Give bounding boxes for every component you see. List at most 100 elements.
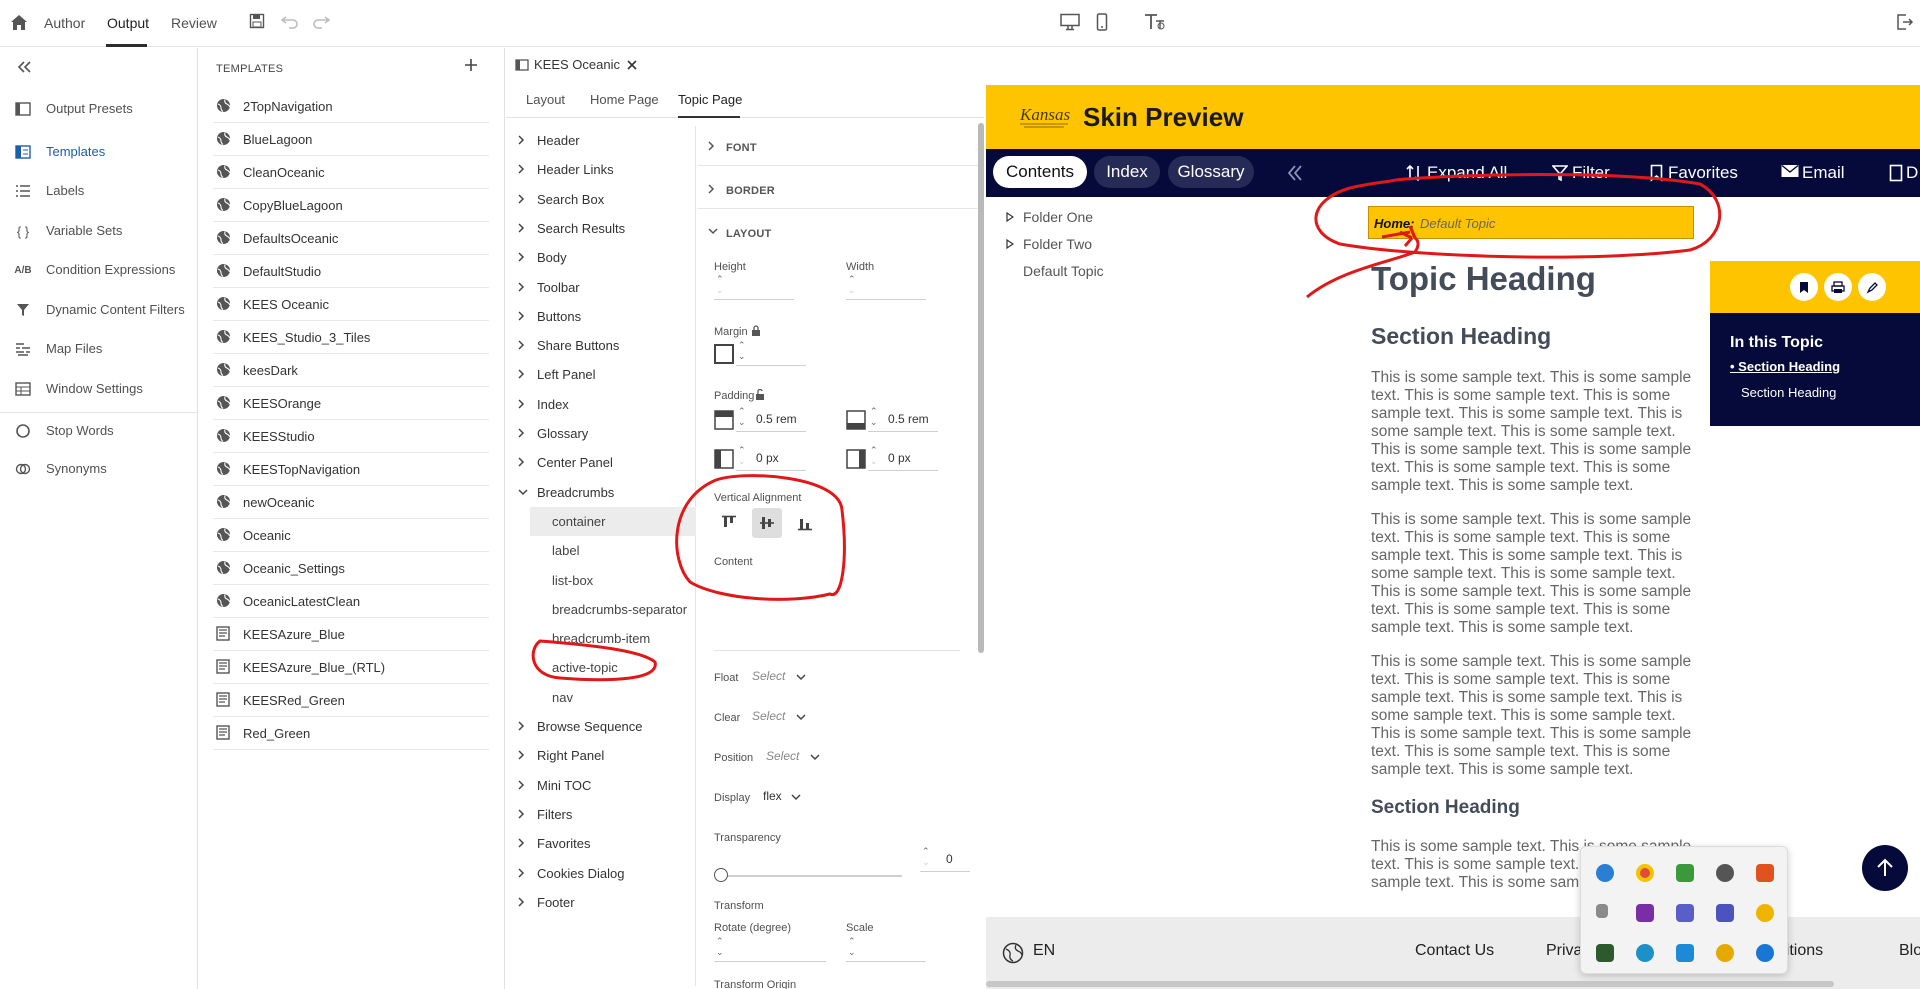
index-tab[interactable]: Index — [1094, 156, 1160, 188]
mini-toc-item[interactable]: • Section Heading — [1730, 359, 1840, 374]
display-select[interactable]: flex — [763, 789, 782, 803]
tree-item[interactable]: Center Panel — [506, 448, 696, 477]
glossary-tab[interactable]: Glossary — [1168, 156, 1254, 188]
tree-child-item[interactable]: list-box — [506, 566, 696, 595]
bluetooth-icon[interactable] — [1756, 944, 1774, 962]
tree-item[interactable]: Footer — [506, 888, 696, 917]
tree-child-item[interactable]: nav — [506, 683, 696, 712]
tree-child-item[interactable]: breadcrumbs-separator — [506, 595, 696, 624]
language-selector[interactable]: EN — [1033, 942, 1055, 960]
chrome-icon[interactable] — [1636, 864, 1654, 882]
tree-item[interactable]: Search Results — [506, 214, 696, 243]
nav-variable-sets[interactable]: { } Variable Sets — [0, 216, 198, 246]
align-middle-icon[interactable] — [752, 508, 782, 538]
scale-stepper[interactable]: ⌃ ⌄ — [846, 936, 926, 962]
tab-output[interactable]: Output — [107, 15, 149, 31]
nav-condition-expressions[interactable]: A/B Condition Expressions — [0, 255, 198, 285]
undo-icon[interactable] — [281, 13, 299, 29]
network-icon[interactable] — [1676, 944, 1694, 962]
cloud-icon[interactable] — [1716, 864, 1734, 882]
collapse-nav-icon[interactable] — [16, 60, 32, 74]
template-item[interactable]: KEESOrange — [199, 387, 504, 420]
text-style-icon[interactable] — [1144, 13, 1166, 31]
redo-icon[interactable] — [312, 13, 330, 29]
print-icon[interactable] — [1824, 273, 1852, 301]
template-item[interactable]: KEES Oceanic — [199, 288, 504, 321]
tree-child-item[interactable]: breadcrumb-item — [506, 624, 696, 653]
unlock-icon[interactable] — [755, 389, 765, 400]
template-item[interactable]: Oceanic_Settings — [199, 552, 504, 585]
subtab-home-page[interactable]: Home Page — [590, 92, 659, 107]
padding-top-stepper[interactable]: ⌃ ⌄ 0.5 rem — [736, 406, 806, 432]
blog-link[interactable]: Blo — [1899, 942, 1920, 960]
template-item[interactable]: CopyBlueLagoon — [199, 189, 504, 222]
transparency-slider[interactable] — [722, 875, 902, 877]
template-item[interactable]: 2TopNavigation — [199, 90, 504, 123]
template-item[interactable]: KEESAzure_Blue — [199, 618, 504, 651]
tree-item[interactable]: Breadcrumbs — [506, 478, 696, 507]
toc-folder-two[interactable]: Folder Two — [1023, 236, 1092, 252]
tab-review[interactable]: Review — [171, 15, 217, 31]
contact-us-link[interactable]: Contact Us — [1415, 942, 1494, 960]
highlight-icon[interactable] — [1858, 273, 1886, 301]
template-item[interactable]: OceanicLatestClean — [199, 585, 504, 618]
teams-icon[interactable] — [1676, 904, 1694, 922]
template-item[interactable]: newOceanic — [199, 486, 504, 519]
clear-select[interactable]: Select — [752, 709, 785, 723]
nav-stop-words[interactable]: Stop Words — [0, 416, 198, 446]
nav-synonyms[interactable]: Synonyms — [0, 454, 198, 484]
template-item[interactable]: Oceanic — [199, 519, 504, 552]
template-item[interactable]: KEESAzure_Blue_(RTL) — [199, 651, 504, 684]
email-button[interactable]: Email — [1802, 163, 1845, 183]
margin-stepper[interactable]: ⌃ ⌄ — [736, 340, 806, 366]
close-tab-icon[interactable] — [627, 60, 637, 70]
device-icon[interactable] — [1596, 904, 1608, 918]
lock-icon[interactable] — [751, 325, 761, 336]
template-item[interactable]: CleanOceanic — [199, 156, 504, 189]
tree-child-item[interactable]: container — [530, 506, 696, 536]
subtab-topic-page[interactable]: Topic Page — [678, 92, 742, 107]
tree-item[interactable]: Share Buttons — [506, 331, 696, 360]
onenote-icon[interactable] — [1636, 904, 1654, 922]
padding-left-stepper[interactable]: ⌃ ⌄ 0 px — [736, 445, 806, 471]
padding-right-stepper[interactable]: ⌃ ⌄ 0 px — [868, 445, 938, 471]
filter-button[interactable]: Filter — [1572, 163, 1610, 183]
toc-folder-one[interactable]: Folder One — [1023, 209, 1093, 225]
contents-tab[interactable]: Contents — [993, 156, 1087, 188]
home-icon[interactable] — [10, 14, 28, 31]
tree-item[interactable]: Filters — [506, 800, 696, 829]
padding-bottom-stepper[interactable]: ⌃ ⌄ 0.5 rem — [868, 406, 938, 432]
privacy-link[interactable]: Priva — [1546, 942, 1582, 960]
template-item[interactable]: KEESStudio — [199, 420, 504, 453]
preview-horizontal-scrollbar[interactable] — [986, 981, 1834, 987]
status-icon[interactable] — [1756, 904, 1774, 922]
mobile-preview-icon[interactable] — [1096, 13, 1108, 31]
expand-all-button[interactable]: Expand All — [1427, 163, 1507, 183]
tree-item[interactable]: Header — [506, 126, 696, 155]
tree-item[interactable]: Browse Sequence — [506, 712, 696, 741]
tree-item[interactable]: Mini TOC — [506, 771, 696, 800]
security-icon[interactable] — [1676, 864, 1694, 882]
align-top-icon[interactable] — [714, 508, 744, 538]
tree-item[interactable]: Cookies Dialog — [506, 859, 696, 888]
section-border[interactable]: BORDER — [698, 169, 984, 209]
collapse-panel-icon[interactable] — [1286, 164, 1304, 182]
nvidia-icon[interactable] — [1596, 944, 1614, 962]
section-layout[interactable]: LAYOUT — [698, 212, 984, 252]
section-font[interactable]: FONT — [698, 126, 984, 166]
add-template-icon[interactable] — [464, 58, 478, 72]
transparency-slider-knob[interactable] — [714, 868, 728, 882]
shield-icon[interactable] — [1756, 864, 1774, 882]
template-item[interactable]: DefaultsOceanic — [199, 222, 504, 255]
template-item[interactable]: KEES_Studio_3_Tiles — [199, 321, 504, 354]
template-item[interactable]: KEESRed_Green — [199, 684, 504, 717]
breadcrumb-home[interactable]: Home: — [1374, 216, 1414, 231]
mini-toc-item[interactable]: Section Heading — [1741, 385, 1836, 400]
favorites-button[interactable]: Favorites — [1668, 163, 1738, 183]
nav-dynamic-content-filters[interactable]: Dynamic Content Filters — [0, 295, 198, 325]
template-item[interactable]: DefaultStudio — [199, 255, 504, 288]
tree-child-item[interactable]: active-topic — [506, 653, 696, 682]
float-select[interactable]: Select — [752, 669, 785, 683]
sync-icon[interactable] — [1636, 944, 1654, 962]
back-to-top-button[interactable] — [1862, 845, 1908, 891]
